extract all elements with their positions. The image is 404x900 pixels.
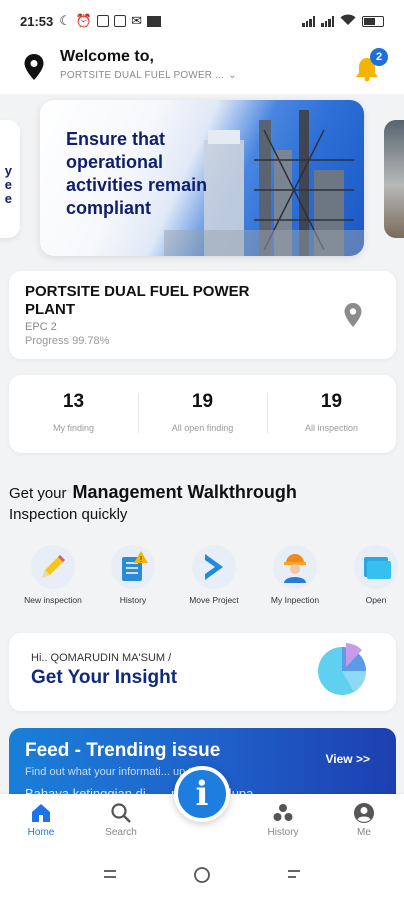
walkthrough-prefix: Get your bbox=[9, 485, 67, 502]
pie-chart-icon bbox=[318, 643, 367, 695]
map-pin-icon[interactable] bbox=[344, 303, 362, 327]
menu-label: Open bbox=[365, 595, 387, 605]
wifi-icon bbox=[340, 14, 356, 29]
info-icon: i bbox=[195, 774, 209, 814]
app-icon bbox=[97, 15, 110, 27]
location-pin-icon bbox=[24, 54, 44, 80]
pencil-icon bbox=[31, 545, 75, 589]
nav-label: Search bbox=[105, 827, 137, 838]
stats-card: 13 My finding 19 All open finding 19 All… bbox=[9, 375, 396, 453]
signal-icon bbox=[302, 15, 315, 27]
project-selector-label: PORTSITE DUAL FUEL POWER ... bbox=[60, 70, 225, 81]
project-epc: EPC 2 bbox=[25, 321, 57, 333]
feed-title: Feed - Trending issue bbox=[25, 740, 221, 761]
stat-value: 13 bbox=[62, 391, 85, 412]
walkthrough-subtitle: Inspection quickly bbox=[9, 506, 128, 523]
battery-icon bbox=[362, 15, 384, 27]
menu-history[interactable]: ! History bbox=[93, 545, 173, 605]
menu-label: My Inpection bbox=[270, 595, 320, 605]
mail-icon: ✉ bbox=[131, 13, 142, 28]
menu-label: History bbox=[119, 595, 147, 605]
nav-search[interactable]: Search bbox=[91, 802, 151, 838]
chevron-down-icon: ⌄ bbox=[228, 70, 237, 81]
signal-icon bbox=[321, 15, 334, 27]
home-circle-icon[interactable] bbox=[193, 866, 211, 884]
menu-open[interactable]: Open bbox=[336, 545, 404, 605]
insight-card[interactable]: Hi.. QOMARUDIN MA'SUM / Get Your Insight bbox=[9, 633, 396, 711]
alarm-icon: ⏰ bbox=[75, 13, 93, 28]
profile-icon bbox=[354, 803, 374, 823]
walkthrough-title: Management Walkthrough bbox=[72, 482, 297, 502]
notification-button[interactable]: 2 bbox=[354, 48, 388, 82]
stat-my-finding[interactable]: 13 My finding bbox=[9, 375, 138, 453]
nav-me[interactable]: Me bbox=[334, 802, 394, 838]
info-fab-button[interactable]: i bbox=[174, 766, 230, 822]
stat-label: My finding bbox=[52, 423, 95, 433]
banner-card-previous[interactable]: y e e bbox=[0, 120, 20, 238]
project-selector[interactable]: PORTSITE DUAL FUEL POWER ... ⌄ bbox=[60, 70, 237, 81]
stat-value: 19 bbox=[320, 391, 343, 412]
folder-icon bbox=[354, 545, 398, 589]
stat-label: All inspection bbox=[304, 423, 359, 433]
menu-move-project[interactable]: Move Project bbox=[174, 545, 254, 605]
project-card[interactable]: PORTSITE DUAL FUEL POWER PLANT EPC 2 Pro… bbox=[9, 271, 396, 359]
chevron-right-icon bbox=[192, 545, 236, 589]
nav-label: Home bbox=[27, 827, 55, 838]
nav-label: History bbox=[267, 827, 299, 838]
dots-icon bbox=[273, 804, 293, 821]
nav-history[interactable]: History bbox=[253, 802, 313, 838]
quick-menu: New inspection ! History Move Project My… bbox=[0, 545, 404, 605]
project-progress: Progress 99.78% bbox=[25, 335, 110, 347]
walkthrough-line: Get your Management Walkthrough bbox=[9, 482, 297, 503]
nav-home[interactable]: Home bbox=[11, 802, 71, 838]
stat-all-open-finding[interactable]: 19 All open finding bbox=[138, 375, 267, 453]
walkthrough-heading: Get your Management Walkthrough Inspectio… bbox=[9, 482, 297, 523]
status-time: 21:53 bbox=[20, 13, 54, 29]
feed-subtitle: Find out what your informati... up to! bbox=[25, 766, 201, 778]
svg-text:!: ! bbox=[140, 555, 142, 564]
system-nav-bar bbox=[0, 850, 404, 900]
status-right bbox=[302, 14, 384, 29]
stat-label: All open finding bbox=[171, 423, 234, 433]
app-icon bbox=[114, 15, 127, 27]
welcome-text: Welcome to, bbox=[60, 48, 154, 65]
recent-apps-icon[interactable] bbox=[102, 866, 118, 882]
stat-all-inspection[interactable]: 19 All inspection bbox=[267, 375, 396, 453]
banner-card-next[interactable] bbox=[384, 120, 404, 238]
search-icon bbox=[111, 803, 131, 823]
banner-card[interactable]: Ensure that operational activities remai… bbox=[40, 100, 364, 256]
notification-badge: 2 bbox=[370, 48, 388, 66]
moon-icon: ☾ bbox=[59, 13, 71, 28]
notebook-warning-icon: ! bbox=[111, 545, 155, 589]
back-icon[interactable] bbox=[286, 866, 302, 882]
project-name: PORTSITE DUAL FUEL POWER PLANT bbox=[25, 283, 250, 318]
menu-label: Move Project bbox=[189, 595, 239, 605]
app-header: Welcome to, PORTSITE DUAL FUEL POWER ...… bbox=[0, 42, 404, 94]
banner-headline: Ensure that operational activities remai… bbox=[66, 129, 208, 218]
menu-label: New inspection bbox=[24, 595, 82, 605]
insight-title: Get Your Insight bbox=[31, 667, 178, 688]
banner-previous-text: y e e bbox=[4, 163, 12, 206]
nav-label: Me bbox=[357, 827, 371, 838]
banner-carousel[interactable]: y e e Ensure that operational activities… bbox=[0, 100, 404, 260]
home-icon bbox=[32, 804, 50, 822]
worker-icon bbox=[273, 545, 317, 589]
image-icon bbox=[147, 15, 161, 27]
menu-new-inspection[interactable]: New inspection bbox=[13, 545, 93, 605]
feed-view-link[interactable]: View >> bbox=[326, 752, 370, 766]
status-icons: ☾ ⏰ ✉ bbox=[59, 13, 161, 29]
menu-my-inspection[interactable]: My Inpection bbox=[255, 545, 335, 605]
stat-value: 19 bbox=[191, 391, 214, 412]
insight-greeting: Hi.. QOMARUDIN MA'SUM / bbox=[31, 652, 172, 664]
status-bar: 21:53 ☾ ⏰ ✉ bbox=[0, 0, 404, 42]
